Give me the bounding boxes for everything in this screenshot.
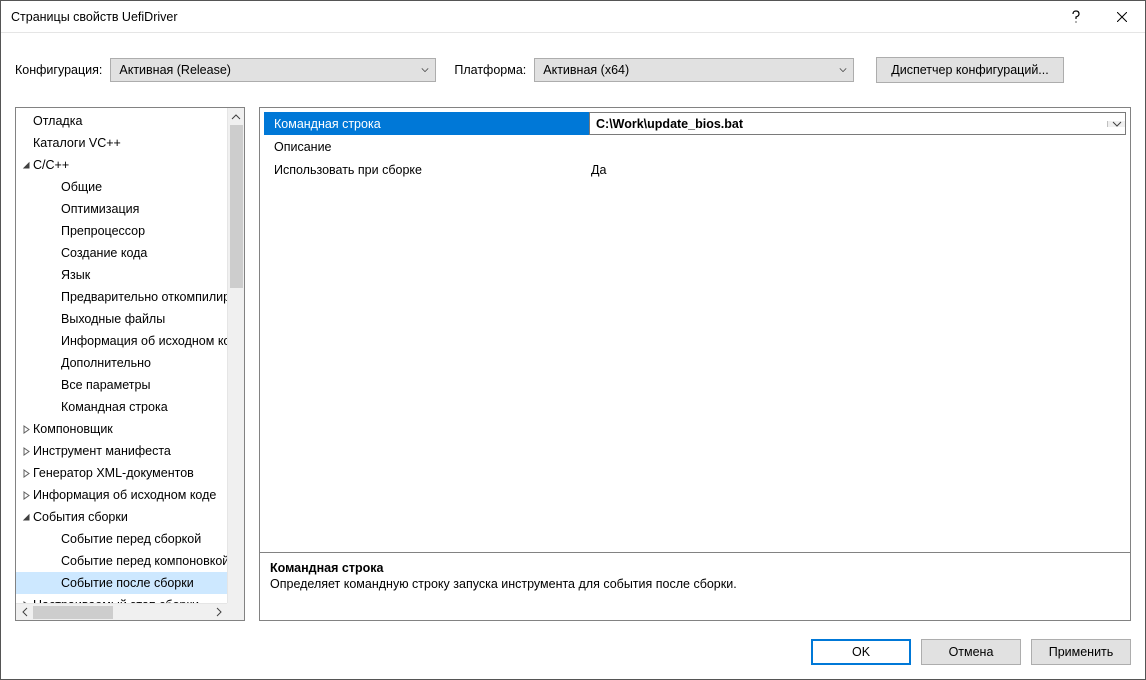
tree-item-label: Каталоги VC++	[33, 136, 121, 150]
tree-item[interactable]: Событие перед компоновкой	[16, 550, 227, 572]
tree-item[interactable]: Событие после сборки	[16, 572, 227, 594]
tree-item[interactable]: Информация об исходном коде	[16, 330, 227, 352]
tree-item[interactable]: Командная строка	[16, 396, 227, 418]
apply-button[interactable]: Применить	[1031, 639, 1131, 665]
scroll-left-icon[interactable]	[16, 604, 33, 621]
tree-item-label: Оптимизация	[61, 202, 139, 216]
ok-button[interactable]: OK	[811, 639, 911, 665]
expand-icon[interactable]	[20, 491, 33, 500]
chevron-down-icon	[421, 66, 429, 74]
help-icon	[1071, 10, 1081, 24]
tree-item-label: Информация об исходном коде	[33, 488, 216, 502]
tree-item-label: Общие	[61, 180, 102, 194]
platform-select[interactable]: Активная (x64)	[534, 58, 854, 82]
category-tree: Отладка Каталоги VC++ C/C++ Общие Оптимизаци…	[15, 107, 245, 621]
tree-item[interactable]: Все параметры	[16, 374, 227, 396]
tree-item-label: Информация об исходном коде	[61, 334, 227, 348]
collapse-icon[interactable]	[20, 513, 33, 522]
tree-item[interactable]: Отладка	[16, 110, 227, 132]
tree-item-label: Компоновщик	[33, 422, 113, 436]
scroll-right-icon[interactable]	[210, 604, 227, 621]
tree-item-label: Генератор XML-документов	[33, 466, 194, 480]
horizontal-scrollbar[interactable]	[16, 603, 227, 620]
expand-icon[interactable]	[20, 425, 33, 434]
tree-item-label: Все параметры	[61, 378, 150, 392]
property-row[interactable]: Описание	[264, 135, 1126, 158]
platform-label: Платформа:	[454, 63, 526, 77]
tree-item[interactable]: Событие перед сборкой	[16, 528, 227, 550]
property-value[interactable]: C:\Work\update_bios.bat	[589, 112, 1126, 135]
description-text: Определяет командную строку запуска инст…	[270, 577, 1120, 591]
tree-item-label: Событие перед сборкой	[61, 532, 201, 546]
property-name: Использовать при сборке	[264, 158, 589, 181]
platform-value: Активная (x64)	[543, 63, 629, 77]
configuration-value: Активная (Release)	[119, 63, 231, 77]
property-value[interactable]	[589, 135, 1126, 158]
vertical-scrollbar[interactable]	[227, 108, 244, 620]
property-row[interactable]: Использовать при сборкеДа	[264, 158, 1126, 181]
window-title: Страницы свойств UefiDriver	[11, 10, 178, 24]
dialog-footer: OK Отмена Применить	[1, 639, 1145, 679]
configuration-select[interactable]: Активная (Release)	[110, 58, 436, 82]
configuration-label: Конфигурация:	[15, 63, 102, 77]
tree-item-label: Препроцессор	[61, 224, 145, 238]
right-pane: Командная строкаC:\Work\update_bios.batО…	[259, 107, 1131, 621]
property-pages-window: Страницы свойств UefiDriver Конфигурация…	[0, 0, 1146, 680]
property-name: Описание	[264, 135, 589, 158]
cancel-button[interactable]: Отмена	[921, 639, 1021, 665]
property-value[interactable]: Да	[589, 158, 1126, 181]
tree-item-label: Отладка	[33, 114, 82, 128]
property-value-text[interactable]: C:\Work\update_bios.bat	[592, 117, 1107, 131]
tree-item-label: Предварительно откомпилированные заголов…	[61, 290, 227, 304]
scroll-thumb[interactable]	[33, 606, 113, 619]
property-grid: Командная строкаC:\Work\update_bios.batО…	[259, 107, 1131, 553]
tree-item[interactable]: Общие	[16, 176, 227, 198]
tree-item[interactable]: Предварительно откомпилированные заголов…	[16, 286, 227, 308]
tree-item-label: Событие перед компоновкой	[61, 554, 227, 568]
property-row[interactable]: Командная строкаC:\Work\update_bios.bat	[264, 112, 1126, 135]
scroll-up-icon[interactable]	[228, 108, 245, 125]
close-icon	[1117, 12, 1127, 22]
tree-item[interactable]: Информация об исходном коде	[16, 484, 227, 506]
titlebar: Страницы свойств UefiDriver	[1, 1, 1145, 33]
tree-item[interactable]: Дополнительно	[16, 352, 227, 374]
description-panel: Командная строка Определяет командную ст…	[259, 553, 1131, 621]
tree-item-label: Выходные файлы	[61, 312, 165, 326]
tree-item-label: C/C++	[33, 158, 69, 172]
tree-item[interactable]: Выходные файлы	[16, 308, 227, 330]
tree-item-label: Инструмент манифеста	[33, 444, 171, 458]
tree-item-label: Командная строка	[61, 400, 168, 414]
main-area: Отладка Каталоги VC++ C/C++ Общие Оптимизаци…	[1, 107, 1145, 639]
tree-item[interactable]: Оптимизация	[16, 198, 227, 220]
config-row: Конфигурация: Активная (Release) Платфор…	[1, 33, 1145, 107]
chevron-down-icon	[839, 66, 847, 74]
description-title: Командная строка	[270, 561, 1120, 575]
tree-item[interactable]: Инструмент манифеста	[16, 440, 227, 462]
tree-item[interactable]: События сборки	[16, 506, 227, 528]
tree-item[interactable]: Создание кода	[16, 242, 227, 264]
expand-icon[interactable]	[20, 469, 33, 478]
configuration-manager-button[interactable]: Диспетчер конфигураций...	[876, 57, 1063, 83]
tree-body: Отладка Каталоги VC++ C/C++ Общие Оптимизаци…	[16, 108, 227, 620]
tree-item-label: Создание кода	[61, 246, 147, 260]
help-button[interactable]	[1053, 1, 1099, 33]
tree-item-label: События сборки	[33, 510, 128, 524]
property-dropdown-button[interactable]	[1107, 121, 1125, 127]
tree-item-label: Язык	[61, 268, 90, 282]
close-button[interactable]	[1099, 1, 1145, 33]
tree-item-label: Событие после сборки	[61, 576, 194, 590]
chevron-down-icon	[1112, 121, 1122, 127]
tree-item[interactable]: Каталоги VC++	[16, 132, 227, 154]
tree-item[interactable]: Компоновщик	[16, 418, 227, 440]
property-name: Командная строка	[264, 112, 589, 135]
tree-item-label: Дополнительно	[61, 356, 151, 370]
tree-item[interactable]: C/C++	[16, 154, 227, 176]
scroll-thumb[interactable]	[230, 125, 243, 288]
tree-item[interactable]: Препроцессор	[16, 220, 227, 242]
collapse-icon[interactable]	[20, 161, 33, 170]
expand-icon[interactable]	[20, 447, 33, 456]
tree-item[interactable]: Генератор XML-документов	[16, 462, 227, 484]
tree-item[interactable]: Язык	[16, 264, 227, 286]
scroll-corner	[227, 603, 244, 620]
